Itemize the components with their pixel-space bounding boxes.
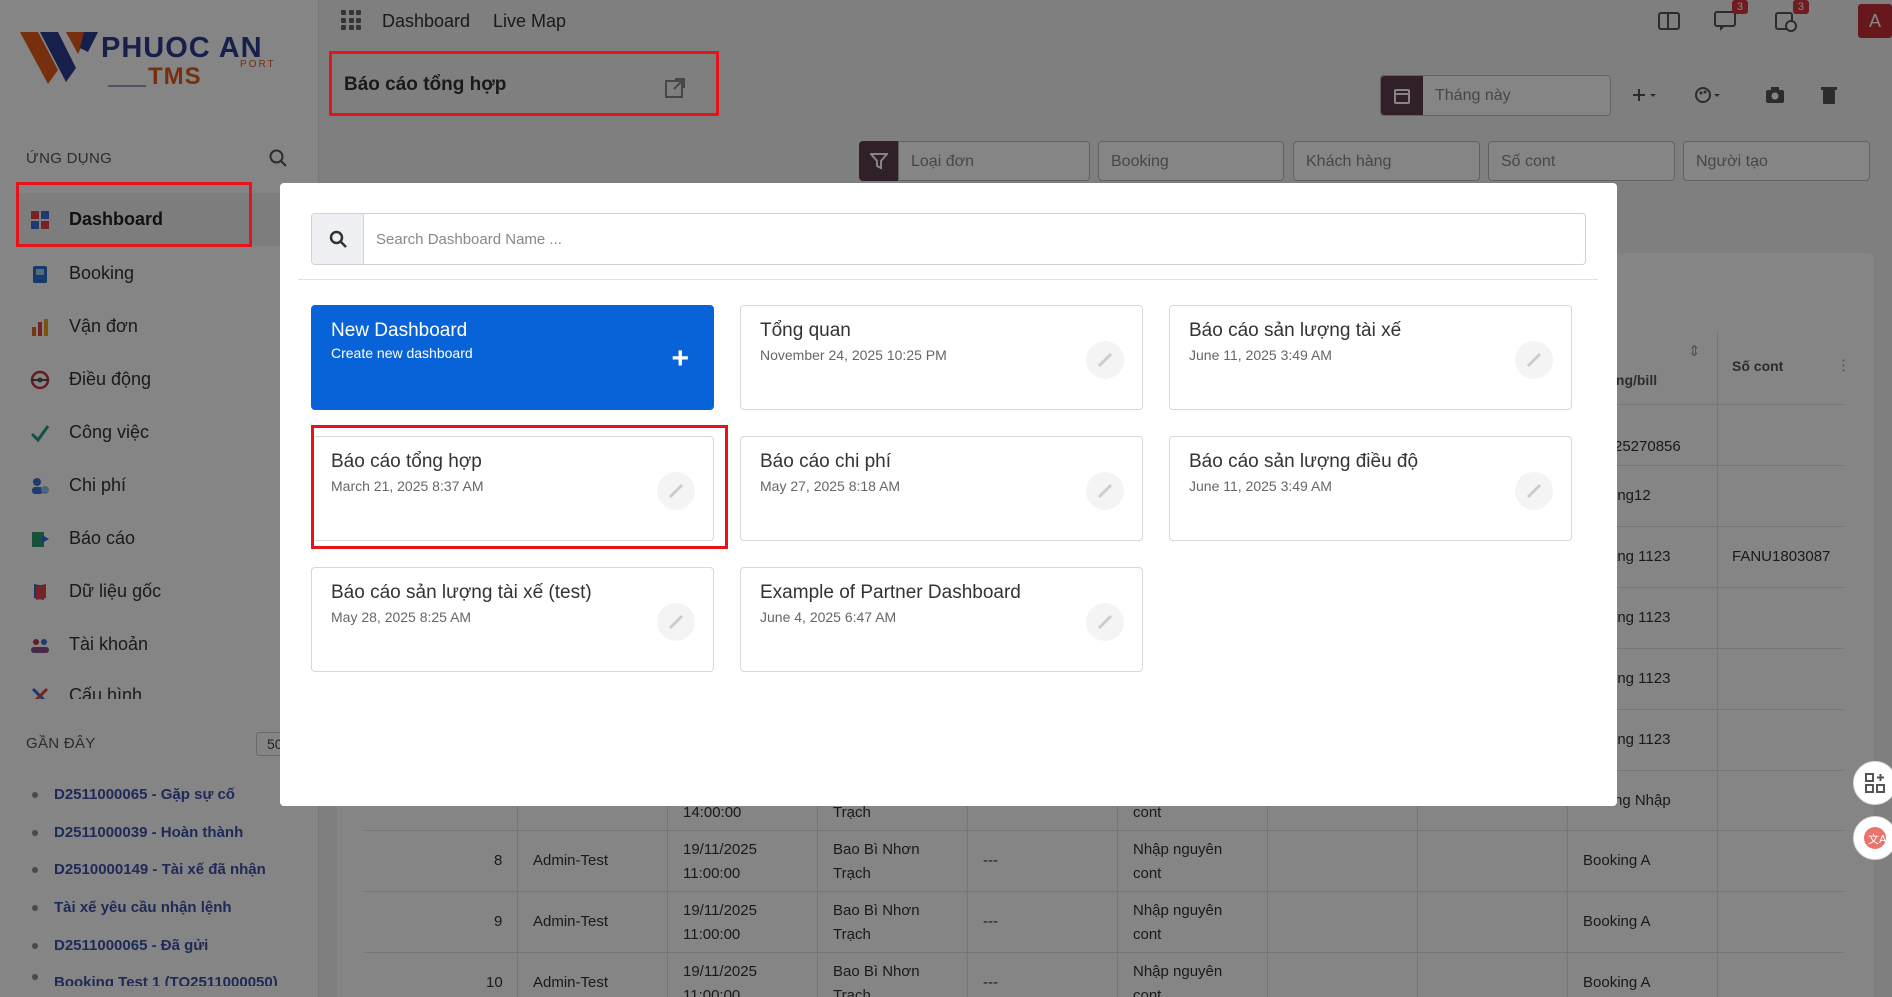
card-title: Example of Partner Dashboard — [760, 582, 1021, 603]
card-title: Báo cáo sản lượng tài xế (test) — [331, 582, 592, 603]
search-input[interactable] — [364, 214, 1585, 264]
card-date: May 27, 2025 8:18 AM — [760, 478, 901, 494]
edit-pencil-icon[interactable] — [1086, 341, 1124, 379]
edit-pencil-icon[interactable] — [1086, 603, 1124, 641]
edit-pencil-icon[interactable] — [1515, 472, 1553, 510]
card-date: June 4, 2025 6:47 AM — [760, 609, 897, 625]
dashboard-card[interactable]: Example of Partner Dashboard June 4, 202… — [740, 567, 1143, 672]
translate-icon[interactable]: 文A — [1853, 816, 1892, 860]
search-icon — [312, 214, 364, 264]
plus-icon: + — [671, 342, 689, 375]
card-title: Báo cáo sản lượng điều độ — [1189, 451, 1419, 472]
dashboard-card[interactable]: Báo cáo sản lượng tài xế June 11, 2025 3… — [1169, 305, 1572, 410]
card-date: May 28, 2025 8:25 AM — [331, 609, 472, 625]
search-box — [311, 213, 1586, 265]
card-subtitle: Create new dashboard — [331, 345, 473, 361]
card-title: Tổng quan — [760, 320, 851, 341]
card-title: Báo cáo chi phí — [760, 451, 891, 472]
card-date: November 24, 2025 10:25 PM — [760, 347, 947, 363]
divider — [298, 279, 1598, 280]
highlight-sidebar-dashboard — [16, 182, 252, 247]
svg-text:文A: 文A — [1868, 832, 1887, 846]
edit-pencil-icon[interactable] — [657, 603, 695, 641]
card-title: Báo cáo sản lượng tài xế — [1189, 320, 1402, 341]
edit-pencil-icon[interactable] — [1086, 472, 1124, 510]
highlight-card-bao-cao-tong-hop — [311, 425, 728, 549]
card-date: June 11, 2025 3:49 AM — [1189, 347, 1332, 363]
dashboard-card[interactable]: Báo cáo sản lượng điều độ June 11, 2025 … — [1169, 436, 1572, 541]
card-date: June 11, 2025 3:49 AM — [1189, 478, 1332, 494]
highlight-page-title — [329, 51, 719, 116]
dashboard-card[interactable]: Báo cáo chi phí May 27, 2025 8:18 AM — [740, 436, 1143, 541]
dashboard-card[interactable]: Tổng quan November 24, 2025 10:25 PM — [740, 305, 1143, 410]
new-dashboard-card[interactable]: New Dashboard Create new dashboard + — [311, 305, 714, 410]
dashboard-card[interactable]: Báo cáo sản lượng tài xế (test) May 28, … — [311, 567, 714, 672]
card-title: New Dashboard — [331, 320, 468, 341]
edit-pencil-icon[interactable] — [1515, 341, 1553, 379]
add-widget-icon[interactable] — [1853, 761, 1892, 805]
